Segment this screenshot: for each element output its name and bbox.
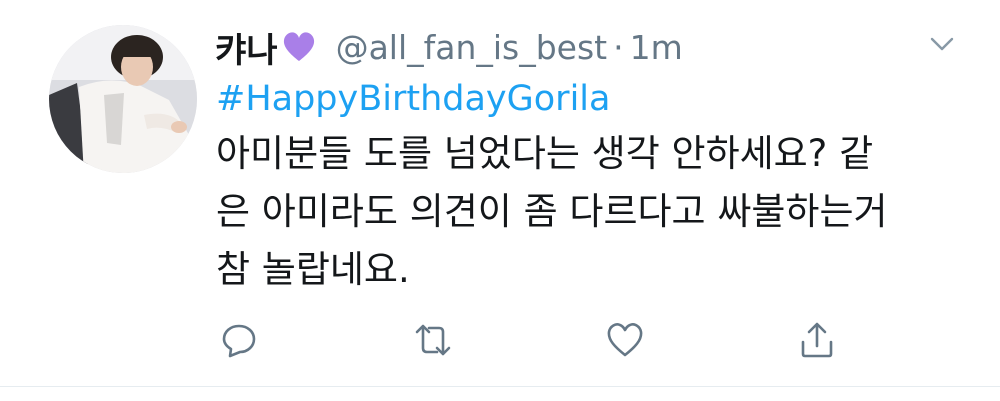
tweet-header: 캬나 @all_fan_is_best · 1m (215, 22, 683, 72)
tweet: 캬나 @all_fan_is_best · 1m #HappyBirthdayG… (0, 0, 1000, 401)
purple-heart-icon (282, 30, 316, 64)
tweet-actions (0, 320, 1000, 360)
tweet-text-line: 참 놀랍네요. (216, 248, 410, 291)
tweet-text-line: 아미분들 도를 넘었다는 생각 안하세요? 같 (216, 132, 874, 175)
display-name[interactable]: 캬나 (215, 23, 278, 72)
share-icon[interactable] (797, 320, 837, 360)
reply-icon[interactable] (219, 320, 259, 360)
timestamp[interactable]: 1m (630, 28, 683, 67)
separator-dot: · (613, 27, 624, 67)
retweet-icon[interactable] (413, 320, 453, 360)
avatar-image (49, 25, 197, 173)
chevron-down-icon[interactable] (928, 33, 956, 55)
divider (0, 386, 1000, 387)
heart-icon[interactable] (605, 320, 645, 360)
tweet-text-line: 은 아미라도 의견이 좀 다르다고 싸불하는거 (216, 190, 888, 233)
tweet-text: 아미분들 도를 넘었다는 생각 안하세요? 같 은 아미라도 의견이 좀 다르다… (216, 125, 976, 299)
avatar[interactable] (49, 25, 197, 173)
hashtag-link[interactable]: #HappyBirthdayGorila (216, 79, 610, 119)
user-handle[interactable]: @all_fan_is_best (336, 28, 608, 67)
